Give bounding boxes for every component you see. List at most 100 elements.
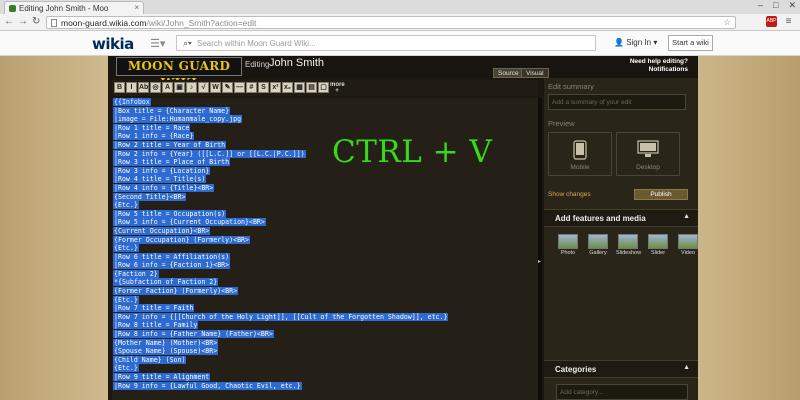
source-line: {Etc.} <box>113 295 538 305</box>
source-line-text: |Row 7 info = {[[Church of the Holy Ligh… <box>113 312 449 321</box>
source-line-text: |Row 6 title = Affiliation(s) <box>113 252 231 261</box>
edit-summary-input[interactable]: Add a summary of your edit <box>548 94 686 110</box>
source-line-text: |Row 3 info = {Location} <box>113 166 211 175</box>
redirect-button[interactable]: # <box>246 82 257 93</box>
edit-header: MOON GUARD WIKI Editing John Smith Sourc… <box>108 56 698 90</box>
source-line: {Etc.} <box>113 364 538 373</box>
collapse-caret-icon[interactable]: ▲ <box>683 213 690 220</box>
source-line-text: {Etc.} <box>113 364 139 373</box>
source-line-text: |Row 8 title = Family <box>113 321 199 330</box>
edit-summary-section: Edit summary Add a summary of your edit <box>548 82 696 110</box>
back-button[interactable]: ← <box>4 16 14 27</box>
category-input[interactable]: Add category... <box>556 384 688 400</box>
source-line: |Row 5 title = Occupation(s) <box>113 209 538 219</box>
slideshow-icon <box>618 234 638 249</box>
bookmark-star-icon[interactable]: ☆ <box>723 17 731 28</box>
internal-link-button[interactable]: Ab <box>138 82 149 93</box>
hamburger-menu-icon[interactable]: ☰▾ <box>150 37 165 50</box>
sup-button[interactable]: x² <box>270 82 281 93</box>
notifications-link[interactable]: Notifications <box>630 66 688 74</box>
url-input[interactable]: moon-guard.wikia.com/wiki/John_Smith?act… <box>46 16 736 29</box>
toolbar-more-button[interactable]: more + <box>330 82 345 94</box>
sign-in-link[interactable]: 👤 Sign In ▾ <box>614 38 657 47</box>
editor-toolbar: B I Ab ◎ A ▣ ♪ √ W ✎ — # Sx² x₂ ▦ ▤ ▢ more + <box>112 80 538 96</box>
source-line: {Former Faction} (Formerly)<BR> <box>113 287 538 296</box>
collapse-arrow-icon[interactable]: ▸ <box>538 258 541 265</box>
external-link-button[interactable]: ◎ <box>150 82 161 93</box>
source-line-text: |Row 8 info = {Father Name} (Father)<BR> <box>113 330 274 339</box>
start-wiki-button[interactable]: Start a wiki <box>668 35 713 51</box>
categories-title: Categories <box>555 365 597 374</box>
strike-button[interactable]: S <box>258 82 269 93</box>
source-line: |Row 6 info = {Faction 1}<BR> <box>113 261 538 270</box>
source-line-text: *{Subfaction of Faction 2} <box>113 278 219 287</box>
abp-icon[interactable]: ABP <box>766 16 777 27</box>
wikia-favicon-icon <box>9 5 16 12</box>
tab-visual[interactable]: Visual <box>521 68 549 78</box>
show-changes-link[interactable]: Show changes <box>548 191 591 198</box>
categories-caret-icon[interactable]: ▲ <box>683 364 690 371</box>
source-line-text: |Row 4 title = Title(s) <box>113 175 207 184</box>
nowiki-button[interactable]: W <box>210 82 221 93</box>
source-line-text: {Former Faction} (Formerly)<BR> <box>113 287 239 296</box>
publish-button[interactable]: Publish <box>634 189 688 200</box>
source-line: |Row 8 info = {Father Name} (Father)<BR> <box>113 330 538 339</box>
maximize-button[interactable]: □ <box>773 0 778 11</box>
gallery-button[interactable]: ▦ <box>294 82 305 93</box>
preview-mobile-button[interactable]: Mobile <box>548 132 612 176</box>
preview-desktop-button[interactable]: Desktop <box>616 132 680 176</box>
minimize-button[interactable]: – <box>758 0 763 11</box>
close-window-button[interactable]: ✕ <box>788 0 796 11</box>
line-button[interactable]: — <box>234 82 245 93</box>
user-icon: 👤 <box>614 38 627 47</box>
source-line: {Faction 2} <box>113 269 538 279</box>
browser-tab[interactable]: Editing John Smith - Moo × <box>4 1 144 14</box>
source-line: {{Infobox <box>113 98 538 107</box>
add-video-button[interactable]: Video <box>676 234 700 256</box>
sub-button[interactable]: x₂ <box>282 82 293 93</box>
wiki-logo[interactable]: MOON GUARD WIKI <box>116 57 242 90</box>
source-line-text: {Second Title}<BR> <box>113 192 187 201</box>
italic-button[interactable]: I <box>126 82 137 93</box>
comment-button[interactable]: ▢ <box>318 82 329 93</box>
add-slideshow-button[interactable]: Slideshow <box>616 234 641 256</box>
source-line: |Box title = {Character Name} <box>113 106 538 116</box>
page-icon <box>51 19 57 27</box>
image-button[interactable]: ▣ <box>174 82 185 93</box>
menu-icon[interactable]: ≡ <box>783 16 794 27</box>
source-line-text: {Etc.} <box>113 295 139 304</box>
help-editing-link[interactable]: Need help editing? <box>630 58 688 66</box>
source-line-text: {Spouse Name} (Spouse)<BR> <box>113 347 219 356</box>
rail-splitter[interactable]: ▸ <box>538 98 542 400</box>
headline-button[interactable]: A <box>162 82 173 93</box>
source-line: {Second Title}<BR> <box>113 192 538 202</box>
bold-button[interactable]: B <box>114 82 125 93</box>
add-features-header[interactable]: Add features and media ▲ <box>544 209 698 227</box>
source-line-text: {Etc.} <box>113 201 139 210</box>
math-button[interactable]: √ <box>198 82 209 93</box>
categories-header[interactable]: Categories ▲ <box>544 360 698 378</box>
wikia-logo[interactable]: wikia <box>92 35 134 53</box>
source-line: |Row 8 title = Family <box>113 321 538 330</box>
add-photo-button[interactable]: Photo <box>556 234 580 256</box>
table-button[interactable]: ▤ <box>306 82 317 93</box>
source-line: {Etc.} <box>113 201 538 210</box>
forward-button[interactable]: → <box>18 16 28 27</box>
slider-label: Slider <box>650 250 666 256</box>
tab-source[interactable]: Source <box>493 68 524 78</box>
search-input[interactable]: ⌕▾ Search within Moon Guard Wiki... <box>176 35 596 51</box>
preview-options: Mobile Desktop <box>548 132 696 176</box>
slider-icon <box>648 234 668 249</box>
signature-button[interactable]: ✎ <box>222 82 233 93</box>
media-button[interactable]: ♪ <box>186 82 197 93</box>
add-slider-button[interactable]: Slider <box>646 234 670 256</box>
media-grid: Photo Gallery Slideshow Slider Video <box>556 234 700 256</box>
source-line-text: {Current Occupation}<BR> <box>113 226 211 235</box>
source-line-text: |image = File:Humanmale_copy.jpg <box>113 115 243 124</box>
source-line: |Row 9 info = {Lawful Good, Chaotic Evil… <box>113 381 538 391</box>
source-line-text: |Row 6 info = {Faction 1}<BR> <box>113 261 231 270</box>
tab-close-icon[interactable]: × <box>134 3 139 12</box>
add-gallery-button[interactable]: Gallery <box>586 234 610 256</box>
reload-button[interactable]: ↻ <box>32 16 40 27</box>
browser-tab-bar: Editing John Smith - Moo × – □ ✕ <box>0 0 800 14</box>
